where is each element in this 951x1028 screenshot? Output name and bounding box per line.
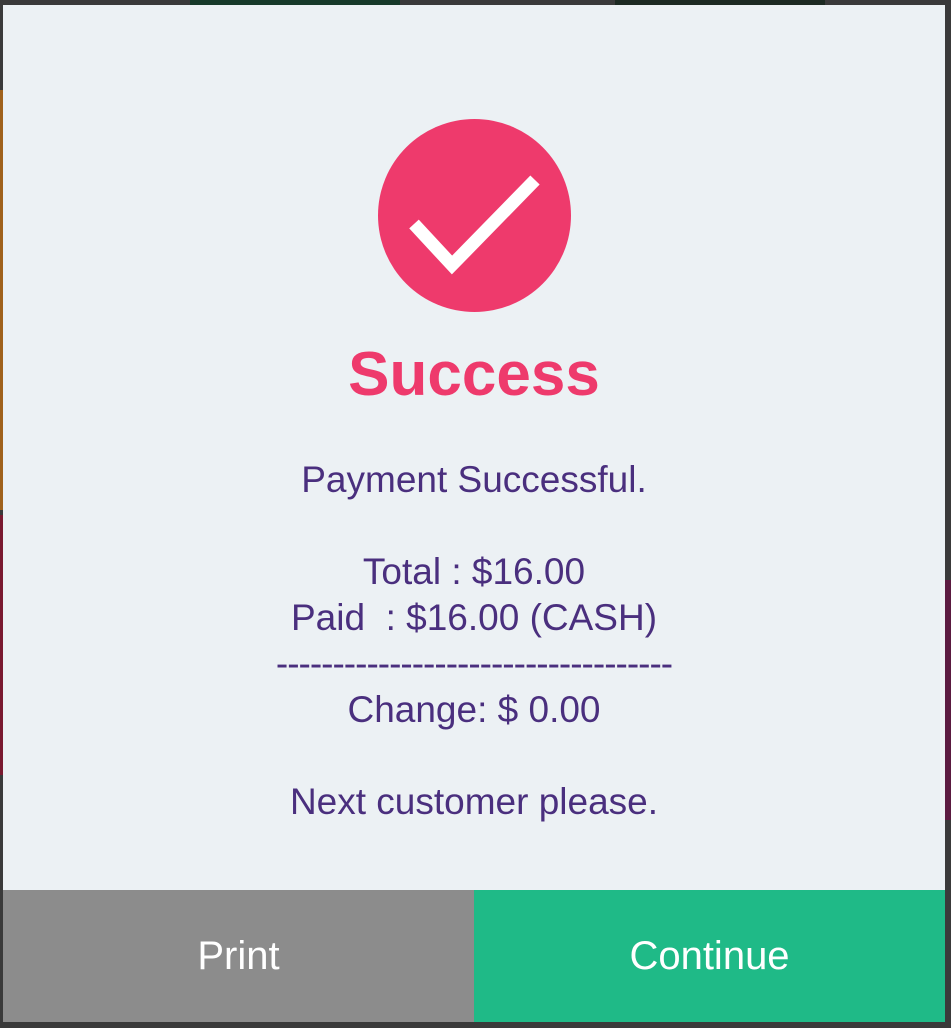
continue-button[interactable]: Continue [474,890,945,1022]
payment-status-text: Payment Successful. [301,459,647,500]
total-line: Total : $16.00 [362,551,586,592]
divider-line: ----------------------------------- [275,643,673,684]
dialog-message: Payment Successful. Total : $16.00 Paid … [3,457,945,825]
checkmark-icon [409,175,540,275]
dialog-actions: Print Continue [3,890,945,1022]
change-line: Change: $ 0.00 [347,689,601,730]
success-badge [378,119,571,312]
message-spacer [3,733,945,779]
paid-line: Paid : $16.00 (CASH) [290,597,658,638]
dialog-title: Success [348,340,600,409]
message-spacer [3,503,945,549]
background-tile [945,580,951,820]
print-button[interactable]: Print [3,890,474,1022]
next-customer-text: Next customer please. [289,781,659,822]
payment-success-dialog: Success Payment Successful. Total : $16.… [3,5,945,1022]
